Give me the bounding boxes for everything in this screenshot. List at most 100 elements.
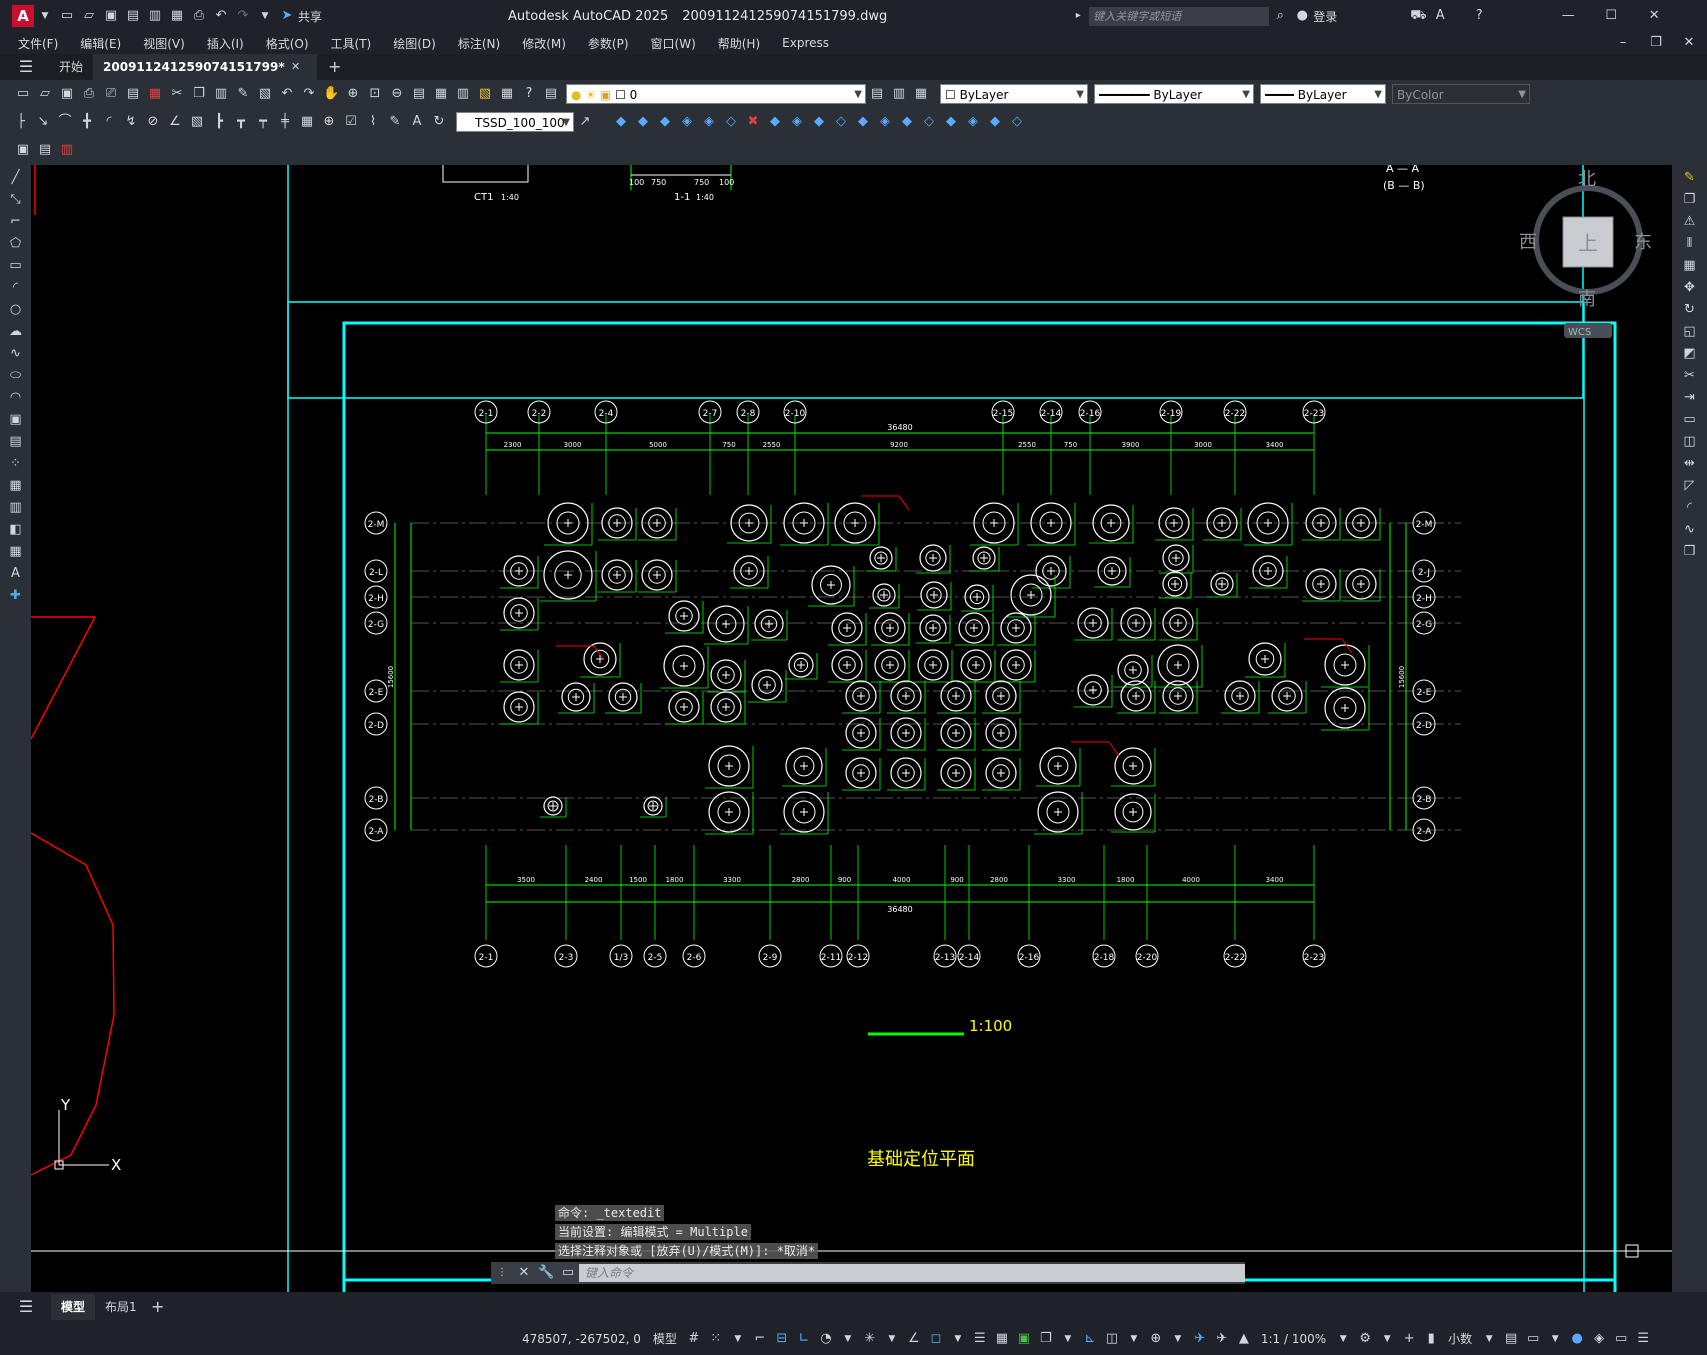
doc-minimize-icon[interactable]: – xyxy=(1615,35,1631,51)
undo-icon[interactable]: ↶ xyxy=(213,8,229,24)
menu-help[interactable]: 帮助(H) xyxy=(718,35,760,52)
redo-icon[interactable]: ↷ xyxy=(235,8,251,24)
chevron-down-icon[interactable]: ▼ xyxy=(1126,1331,1142,1347)
layer-properties-icon[interactable]: ▤ xyxy=(543,86,559,102)
dynamic-ucs-icon[interactable]: ⊾ xyxy=(1082,1331,1098,1347)
open-icon[interactable]: ▱ xyxy=(37,86,53,102)
jogged-icon[interactable]: ↯ xyxy=(123,114,139,130)
erase-icon[interactable]: ✎ xyxy=(1680,169,1700,187)
join-icon[interactable]: ⇹ xyxy=(1680,455,1700,473)
isolate-objects-icon[interactable]: ● xyxy=(1569,1331,1585,1347)
lock-ui-icon[interactable]: ▭ xyxy=(1525,1331,1541,1347)
workspace-icon[interactable]: ⚙ xyxy=(1357,1331,1373,1347)
command-input[interactable]: 键入命令 xyxy=(579,1264,1245,1282)
lineweight-dropdown[interactable]: ━━━━ ByLayer ▼ xyxy=(1260,84,1386,104)
new-tab-icon[interactable]: + xyxy=(327,59,343,75)
dynamic-input-icon[interactable]: ⊟ xyxy=(774,1331,790,1347)
center-mark-icon[interactable]: ⊕ xyxy=(321,114,337,130)
continue-icon[interactable]: ┳ xyxy=(233,114,249,130)
tolerance-icon[interactable]: ▦ xyxy=(299,114,315,130)
annotation-scale-icon[interactable]: ▲ xyxy=(1236,1331,1252,1347)
gradient-icon[interactable]: ▥ xyxy=(6,499,26,517)
chevron-down-icon[interactable]: ▼ xyxy=(950,1331,966,1347)
share-button[interactable]: 共享 xyxy=(298,8,322,25)
array-icon[interactable]: ▦ xyxy=(1680,257,1700,275)
dimstyle-dropdown[interactable]: TSSD_100_100 ▼ xyxy=(456,111,574,132)
viewcube-south[interactable]: 南 xyxy=(1578,289,1596,310)
diameter-icon[interactable]: ⊘ xyxy=(145,114,161,130)
chevron-down-icon[interactable]: ▼ xyxy=(840,1331,856,1347)
isodraft-icon[interactable]: ✳ xyxy=(862,1331,878,1347)
customize-icon[interactable]: ▼ xyxy=(257,8,273,24)
chevron-right-icon[interactable]: ▸ xyxy=(1070,8,1086,24)
3d-osnap-icon[interactable]: ❐ xyxy=(1038,1331,1054,1347)
menu-modify[interactable]: 修改(M) xyxy=(522,35,566,52)
3d-tool-3-icon[interactable]: ◆ xyxy=(657,114,673,130)
radius-icon[interactable]: ◜ xyxy=(101,114,117,130)
inspect-icon[interactable]: ☑ xyxy=(343,114,359,130)
viewcube-top[interactable]: 上 xyxy=(1578,231,1598,255)
grid-icon[interactable]: # xyxy=(686,1331,702,1347)
hardware-acceleration-icon[interactable]: ◈ xyxy=(1591,1331,1607,1347)
dimstyle-manager-icon[interactable]: ↗ xyxy=(577,114,593,130)
menu-tools[interactable]: 工具(T) xyxy=(331,35,372,52)
chevron-down-icon[interactable]: ▼ xyxy=(884,1331,900,1347)
menu-parametric[interactable]: 参数(P) xyxy=(588,35,629,52)
chevron-down-icon[interactable]: ▼ xyxy=(1547,1331,1563,1347)
model-space-toggle[interactable]: 模型 xyxy=(653,1330,677,1347)
coordinates-readout[interactable]: 478507, -267502, 0 xyxy=(522,1332,641,1346)
aligned-dim-icon[interactable]: ↘ xyxy=(35,114,51,130)
tab-close-icon[interactable]: ✕ xyxy=(288,59,304,75)
menu-edit[interactable]: 编辑(E) xyxy=(80,35,121,52)
dim-update-icon[interactable]: ↻ xyxy=(431,114,447,130)
3d-tool-18-icon[interactable]: ◆ xyxy=(987,114,1003,130)
space-icon[interactable]: ┯ xyxy=(255,114,271,130)
tool-a-icon[interactable]: ▣ xyxy=(15,142,31,158)
plot-icon[interactable]: ⎙ xyxy=(81,86,97,102)
ordinate-icon[interactable]: ╋ xyxy=(79,114,95,130)
3d-tool-1-icon[interactable]: ◆ xyxy=(613,114,629,130)
cart-icon[interactable]: ⛟ xyxy=(1410,8,1426,24)
rotate-icon[interactable]: ↻ xyxy=(1680,301,1700,319)
trim-icon[interactable]: ✂ xyxy=(1680,367,1700,385)
3d-tool-2-icon[interactable]: ◆ xyxy=(635,114,651,130)
make-block-icon[interactable]: ▤ xyxy=(6,433,26,451)
transparency-icon[interactable]: ▦ xyxy=(994,1331,1010,1347)
offset-icon[interactable]: ⫴ xyxy=(1680,235,1700,253)
print-icon[interactable]: ⎙ xyxy=(191,8,207,24)
baseline-icon[interactable]: ┣ xyxy=(211,114,227,130)
layer-previous-icon[interactable]: ▥ xyxy=(891,86,907,102)
pan-icon[interactable]: ✋ xyxy=(323,86,339,102)
plot-icon[interactable]: ▦ xyxy=(169,8,185,24)
mirror-icon[interactable]: ⚠ xyxy=(1680,213,1700,231)
auto-scale-icon[interactable]: ✈ xyxy=(1214,1331,1230,1347)
app-menu-button[interactable]: A xyxy=(12,5,34,27)
preview-icon[interactable]: ⎚ xyxy=(103,86,119,102)
add-layout-icon[interactable]: + xyxy=(150,1299,166,1315)
close-icon[interactable]: ✕ xyxy=(1646,8,1662,24)
3d-tool-5-icon[interactable]: ◈ xyxy=(701,114,717,130)
publish-icon[interactable]: ▤ xyxy=(125,86,141,102)
zoom-window-icon[interactable]: ⊡ xyxy=(367,86,383,102)
ellipse-icon[interactable]: ⬭ xyxy=(6,367,26,385)
menu-insert[interactable]: 插入(I) xyxy=(207,35,244,52)
3d-tool-16-icon[interactable]: ◆ xyxy=(943,114,959,130)
circle-icon[interactable]: ○ xyxy=(6,301,26,319)
menu-format[interactable]: 格式(O) xyxy=(266,35,309,52)
mtext-icon[interactable]: A xyxy=(6,565,26,583)
lineweight-icon[interactable]: ☰ xyxy=(972,1331,988,1347)
tab-document[interactable]: 20091124125907415179​9* ✕ xyxy=(93,54,317,80)
revcloud-icon[interactable]: ☁ xyxy=(6,323,26,341)
construction-line-icon[interactable]: ⤡ xyxy=(6,191,26,209)
hamburger-icon[interactable]: ☰ xyxy=(18,1299,34,1315)
redo-icon[interactable]: ↷ xyxy=(301,86,317,102)
jog-line-icon[interactable]: ⌇ xyxy=(365,114,381,130)
annotation-scale-value[interactable]: 1:1 / 100% xyxy=(1261,1332,1326,1346)
blockeditor-icon[interactable]: ▧ xyxy=(257,86,273,102)
chevron-down-icon[interactable]: ▼ xyxy=(1170,1331,1186,1347)
scale-icon[interactable]: ◱ xyxy=(1680,323,1700,341)
rectangle-icon[interactable]: ▭ xyxy=(6,257,26,275)
break-at-point-icon[interactable]: ▭ xyxy=(1680,411,1700,429)
designcenter-icon[interactable]: ▦ xyxy=(433,86,449,102)
break-icon[interactable]: ◫ xyxy=(1680,433,1700,451)
